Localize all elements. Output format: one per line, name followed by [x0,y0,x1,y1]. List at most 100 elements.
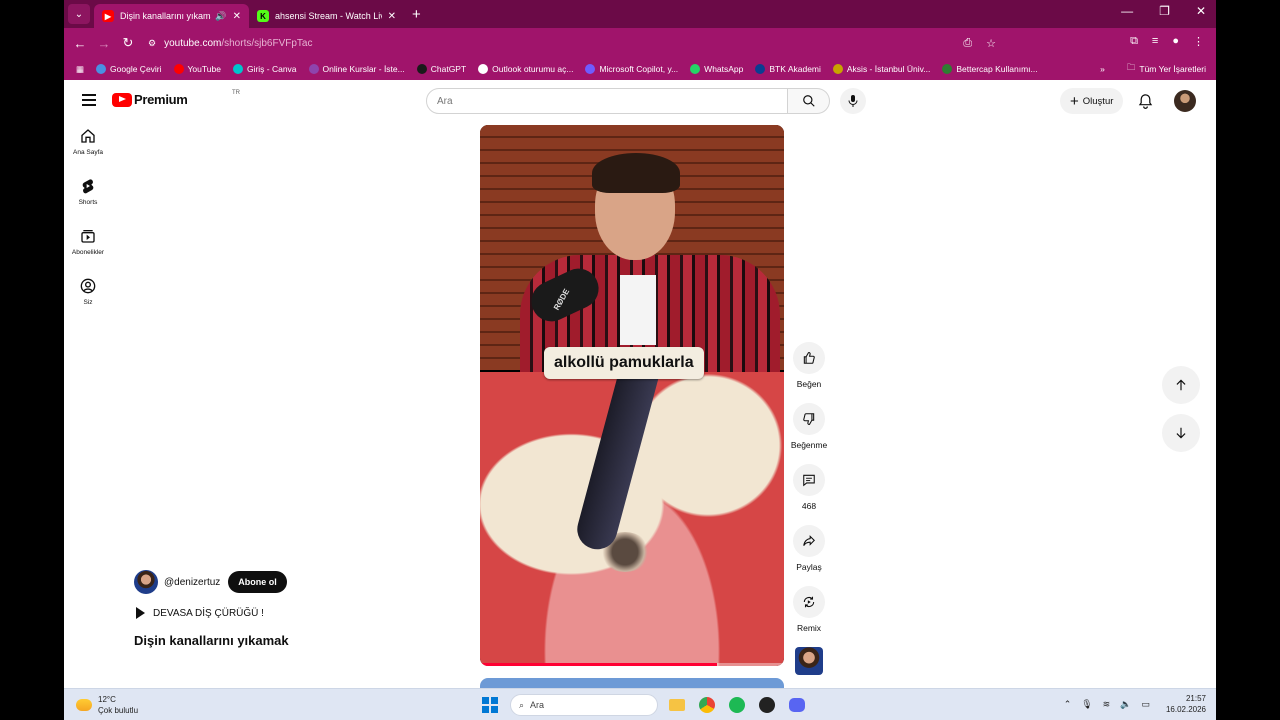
bookmark-canva[interactable]: Giriş - Canva [232,64,297,74]
close-window-icon[interactable]: ✕ [1196,4,1206,18]
bookmark-youtube[interactable]: YouTube [173,64,221,74]
search-icon: ⌕ [519,699,525,710]
temperature: 12°C [98,695,116,704]
tab-youtube-shorts[interactable]: ▶ Dişin kanallarını yıkamak - Y 🔊 ✕ [94,4,249,28]
bookmark-btk[interactable]: BTK Akademi [755,64,821,74]
comments-button[interactable] [793,464,825,496]
create-button[interactable]: + Oluştur [1060,88,1124,114]
maximize-icon[interactable]: ❐ [1159,4,1170,18]
tab-title: Dişin kanallarını yıkamak - Y [120,11,211,21]
bookmark-star-icon[interactable]: ☆ [986,37,996,50]
bookmark-whatsapp[interactable]: WhatsApp [690,64,743,74]
install-app-icon[interactable]: ⎙ [963,37,972,50]
search-input[interactable]: Ara [426,88,788,114]
site-info-icon[interactable]: ⚙ [148,38,156,49]
channel-avatar[interactable] [134,570,158,594]
channel-handle[interactable]: @denizertuz [164,577,220,588]
media-control-icon[interactable]: ≡ [1152,35,1158,48]
weather-widget[interactable]: 12°C Çok bulutlu [76,694,138,716]
menu-kebab-icon[interactable]: ⋮ [1193,35,1204,48]
volume-icon[interactable]: 🔈 [1120,699,1131,710]
close-tab-icon[interactable]: ✕ [233,11,241,22]
share-button[interactable] [793,525,825,557]
tab-kick-stream[interactable]: K ahsensi Stream - Watch Live on ✕ [249,4,404,28]
show-hidden-icons-icon[interactable]: ⌃ [1064,699,1072,710]
address-bar[interactable]: ⚙ youtube.com/shorts/sjb6FVFpTac ⎙ ☆ [148,31,1008,55]
you-icon [80,278,96,294]
discord-icon[interactable] [786,694,808,716]
like-button[interactable] [793,342,825,374]
video-caption: alkollü pamuklarla [544,347,704,379]
remix-icon [803,596,815,608]
new-tab-button[interactable]: + [412,6,421,23]
remix-button[interactable] [793,586,825,618]
speaker-hair [592,153,680,193]
chrome-icon[interactable] [696,694,718,716]
microphone-tray-icon[interactable]: 🎙 [1081,699,1092,710]
all-bookmarks-button[interactable]: 🗀 Tüm Yer İşaretleri [1127,62,1206,76]
shorts-video-player[interactable]: RØDE alkollü pamuklarla [480,125,784,666]
next-short-button[interactable] [1162,414,1200,452]
subscribe-button[interactable]: Abone ol [228,571,287,593]
youtube-premium-logo[interactable]: Premium TR [112,90,240,107]
tab-search-button[interactable]: ⌄ [68,4,90,24]
previous-short-button[interactable] [1162,366,1200,404]
menu-icon[interactable] [82,94,96,109]
search-button[interactable] [788,88,830,114]
thumbs-down-icon [803,413,815,425]
extensions-icon[interactable]: ⧉ [1130,35,1138,48]
windows-start-icon[interactable] [482,697,498,713]
taskbar-apps: ⌕ Ara [482,694,808,716]
time: 21:57 [1185,694,1206,703]
sound-thumbnail[interactable] [795,647,823,675]
bookmark-bettercap[interactable]: Bettercap Kullanımı... [942,64,1038,74]
profile-icon[interactable]: ● [1172,35,1179,48]
comments-count: 468 [801,501,817,511]
folder-icon: 🗀 [1126,62,1136,72]
sidebar-item-you[interactable]: Siz [64,278,112,328]
game-app-icon[interactable] [756,694,778,716]
wifi-icon[interactable]: ≋ [1103,699,1111,710]
battery-icon[interactable]: ▭ [1141,699,1150,710]
arrow-up-icon [1176,379,1186,391]
spotify-icon[interactable] [726,694,748,716]
url-host: youtube.com [164,37,222,49]
dislike-button[interactable] [793,403,825,435]
dislike-action: Beğenme [791,403,827,450]
voice-search-button[interactable] [840,88,866,114]
minimize-icon[interactable]: — [1121,4,1133,18]
back-icon[interactable]: ← [68,36,92,51]
video-progress-bar[interactable] [480,663,784,666]
forward-icon[interactable]: → [92,36,116,51]
more-bookmarks-button[interactable]: » [1100,64,1105,74]
taskbar-search[interactable]: ⌕ Ara [510,694,658,716]
apps-grid-icon[interactable]: ▦ [76,64,84,75]
sidebar-item-home[interactable]: Ana Sayfa [64,128,112,178]
url-actions: ⎙ ☆ [963,37,1008,50]
bookmark-google-translate[interactable]: Google Çeviri [96,64,162,74]
window-controls: — ❐ ✕ [1121,4,1206,18]
file-explorer-icon[interactable] [666,694,688,716]
close-tab-icon[interactable]: ✕ [388,11,396,22]
sidebar-item-shorts[interactable]: Shorts [64,178,112,228]
courses-icon [308,64,319,74]
date: 16.02.2026 [1165,705,1206,714]
microphone-icon [848,95,858,107]
bookmark-copilot[interactable]: Microsoft Copilot, y... [585,64,678,74]
audio-playing-icon[interactable]: 🔊 [215,11,226,22]
clock[interactable]: 21:57 16.02.2026 [1166,693,1206,715]
tab-strip: ⌄ ▶ Dişin kanallarını yıkamak - Y 🔊 ✕ K … [64,0,1216,28]
play-icon [136,607,145,619]
bookmark-chatgpt[interactable]: ChatGPT [416,64,466,74]
remix-label: Remix [796,623,822,633]
notifications-bell-icon[interactable] [1138,93,1153,109]
reload-icon[interactable]: ↻ [116,35,140,51]
playlist-link[interactable]: DEVASA DİŞ ÇÜRÜĞÜ ! [136,607,264,619]
bookmark-outlook[interactable]: Outlook oturumu aç... [478,64,573,74]
like-action: Beğen [792,342,826,389]
sidebar-item-subscriptions[interactable]: Abonelikler [64,228,112,278]
bookmark-aksis[interactable]: Aksis - İstanbul Üniv... [832,64,930,74]
bookmark-online-courses[interactable]: Online Kurslar - İste... [308,64,405,74]
account-avatar[interactable] [1174,90,1196,112]
toolbar: ← → ↻ ⚙ youtube.com/shorts/sjb6FVFpTac ⎙… [64,28,1216,58]
